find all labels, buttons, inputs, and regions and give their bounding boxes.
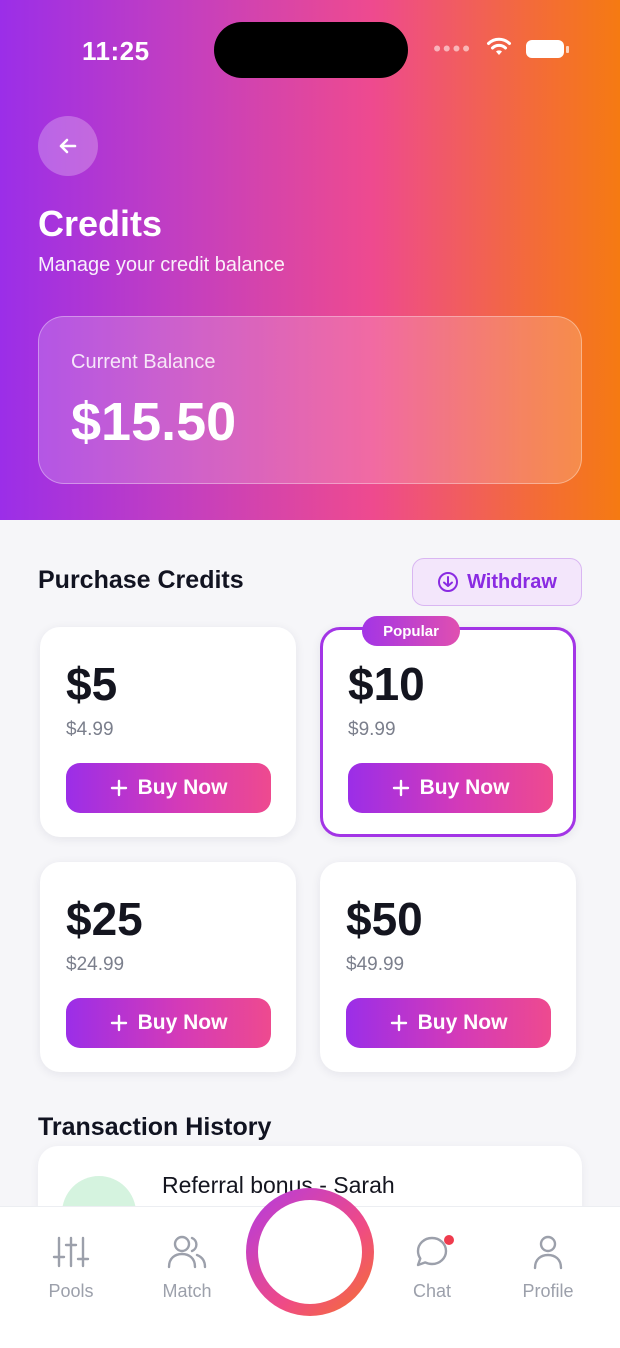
nav-label-chat: Chat [412, 1281, 452, 1301]
credit-amount: $10 [348, 658, 425, 710]
withdraw-button[interactable]: Withdraw [412, 558, 582, 606]
balance-amount: $15.50 [71, 392, 237, 452]
wifi-icon [486, 37, 512, 62]
plus-icon [390, 1014, 407, 1032]
purchase-credits-title: Purchase Credits [38, 566, 244, 594]
download-circle-icon [438, 572, 459, 592]
buy-now-label: Buy Now [417, 1011, 508, 1034]
dynamic-island [214, 22, 408, 78]
battery-icon [526, 40, 569, 58]
nav-label-match: Match [162, 1281, 212, 1301]
credit-price: $24.99 [66, 954, 125, 975]
buy-now-label: Buy Now [137, 1011, 228, 1034]
buy-now-button[interactable]: Buy Now [346, 998, 551, 1048]
nav-item-pools[interactable]: Pools [21, 1231, 121, 1302]
credits-screen: 11:25 •••• Credits Manage your credit ba… [0, 0, 620, 1348]
credit-price: $49.99 [346, 954, 405, 975]
chat-notification-dot [444, 1235, 454, 1245]
buy-now-label: Buy Now [419, 776, 510, 799]
center-action-button[interactable] [246, 1188, 374, 1316]
nav-item-chat[interactable]: Chat [382, 1231, 482, 1302]
soundwave-logo-icon [274, 1226, 344, 1278]
credit-amount: $5 [66, 658, 118, 710]
users-icon [137, 1231, 237, 1273]
credit-amount: $50 [346, 893, 423, 945]
balance-label: Current Balance [71, 351, 216, 373]
transaction-history-title: Transaction History [38, 1113, 272, 1141]
balance-card: Current Balance $15.50 [38, 316, 582, 484]
credit-package-10[interactable]: $10 $9.99 Buy Now [320, 627, 576, 837]
withdraw-label: Withdraw [467, 570, 557, 593]
person-icon [498, 1231, 598, 1273]
credit-package-5[interactable]: $5 $4.99 Buy Now [40, 627, 296, 837]
nav-label-pools: Pools [48, 1281, 94, 1301]
buy-now-button[interactable]: Buy Now [66, 763, 271, 813]
nav-item-match[interactable]: Match [137, 1231, 237, 1302]
plus-icon [110, 1014, 127, 1032]
nav-label-profile: Profile [522, 1281, 574, 1301]
chat-bubble-icon [382, 1231, 482, 1273]
credit-package-25[interactable]: $25 $24.99 Buy Now [40, 862, 296, 1072]
plus-icon [110, 779, 127, 797]
center-action-inner [258, 1200, 362, 1304]
cellular-signal-icon: •••• [433, 36, 472, 61]
credit-package-50[interactable]: $50 $49.99 Buy Now [320, 862, 576, 1072]
credit-price: $9.99 [348, 719, 396, 740]
sliders-icon [21, 1231, 121, 1273]
popular-badge: Popular [362, 616, 460, 646]
page-subtitle: Manage your credit balance [38, 254, 285, 276]
buy-now-button[interactable]: Buy Now [66, 998, 271, 1048]
credit-price: $4.99 [66, 719, 114, 740]
nav-item-profile[interactable]: Profile [498, 1231, 598, 1302]
credit-amount: $25 [66, 893, 143, 945]
status-icons: •••• [433, 36, 569, 62]
page-title: Credits [38, 203, 163, 244]
buy-now-button[interactable]: Buy Now [348, 763, 553, 813]
back-button[interactable] [38, 116, 98, 176]
status-time: 11:25 [82, 36, 150, 66]
arrow-left-icon [59, 138, 77, 154]
plus-icon [392, 779, 409, 797]
buy-now-label: Buy Now [137, 776, 228, 799]
